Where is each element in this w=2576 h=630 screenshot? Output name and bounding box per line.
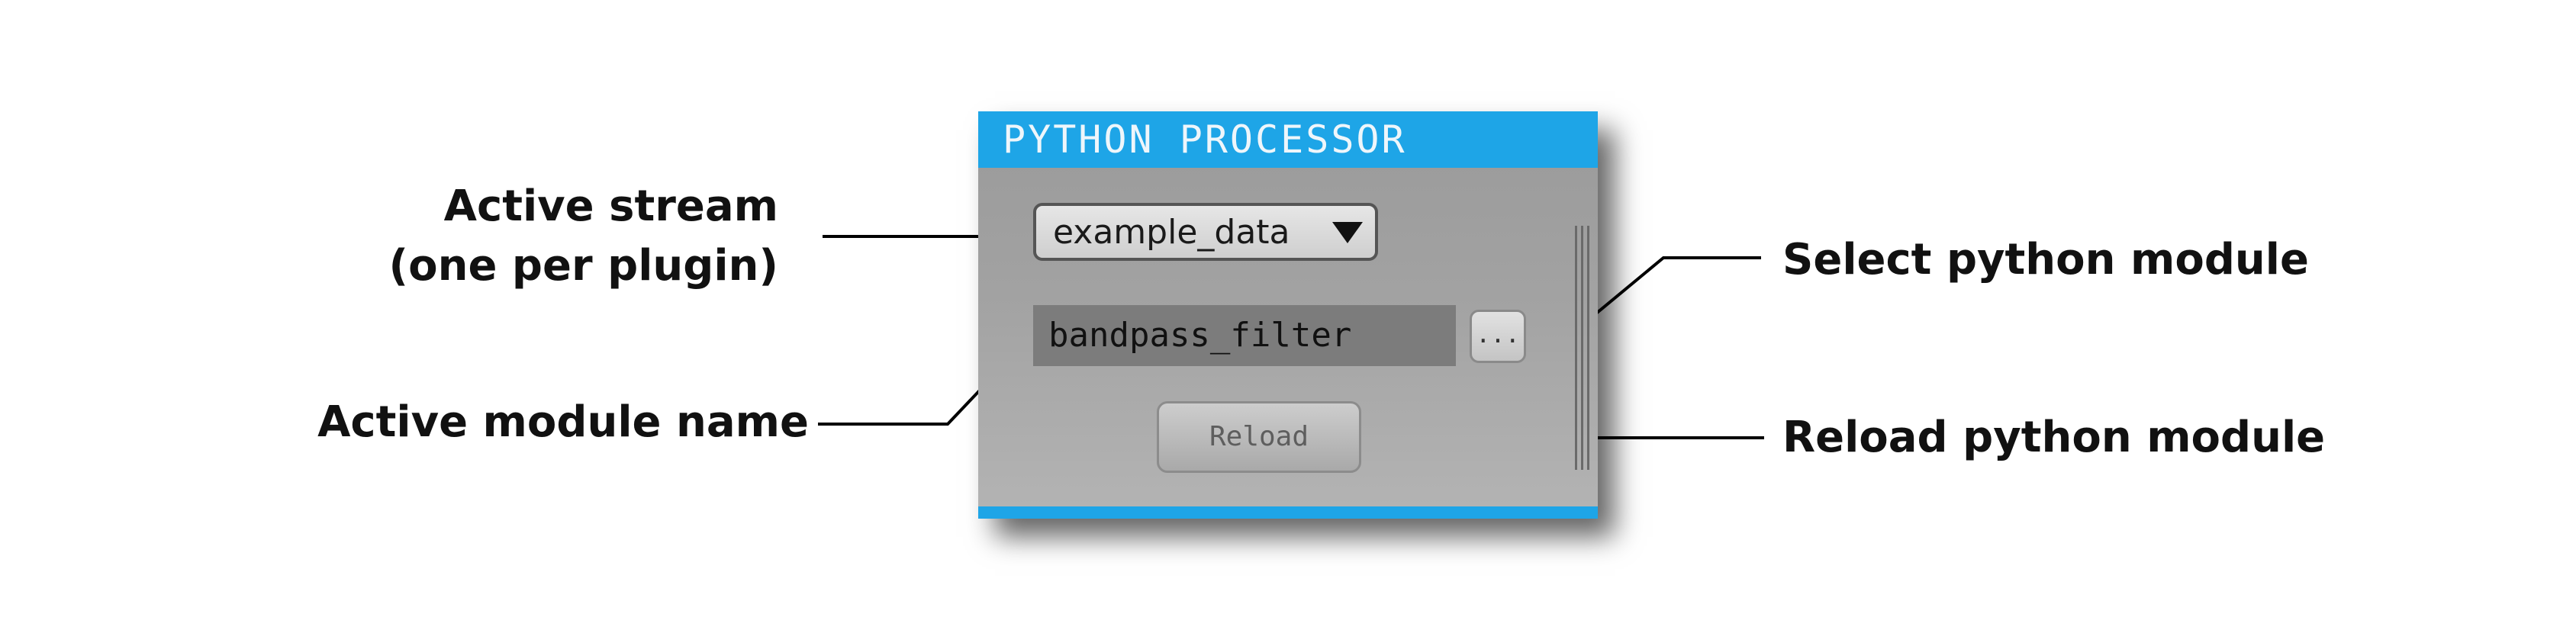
panel-title: PYTHON PROCESSOR xyxy=(1003,117,1407,162)
module-name-field: bandpass_filter xyxy=(1033,305,1456,366)
select-module-button[interactable]: ... xyxy=(1470,310,1526,363)
annotation-select-python-module: Select python module xyxy=(1782,235,2309,284)
panel-footer xyxy=(978,506,1598,519)
scroll-rail xyxy=(1581,226,1583,470)
panel-header: PYTHON PROCESSOR xyxy=(978,111,1598,168)
figure: Active stream (one per plugin) Active mo… xyxy=(0,0,2576,630)
annotation-active-stream-line2: (one per plugin) xyxy=(388,241,778,291)
stream-select-value: example_data xyxy=(1053,213,1290,252)
scroll-rail xyxy=(1587,226,1589,470)
scroll-rail xyxy=(1575,226,1577,470)
annotation-active-module-name: Active module name xyxy=(317,397,809,447)
module-name-value: bandpass_filter xyxy=(1048,316,1352,355)
annotation-active-stream: Active stream (one per plugin) xyxy=(336,177,778,296)
reload-button[interactable]: Reload xyxy=(1157,401,1361,473)
annotation-reload-python-module: Reload python module xyxy=(1782,413,2326,462)
python-processor-panel: PYTHON PROCESSOR example_data bandpass_f… xyxy=(978,111,1598,519)
dropdown-arrow-icon xyxy=(1332,222,1363,243)
stream-select[interactable]: example_data xyxy=(1033,203,1378,261)
annotation-active-stream-line1: Active stream xyxy=(443,182,778,231)
